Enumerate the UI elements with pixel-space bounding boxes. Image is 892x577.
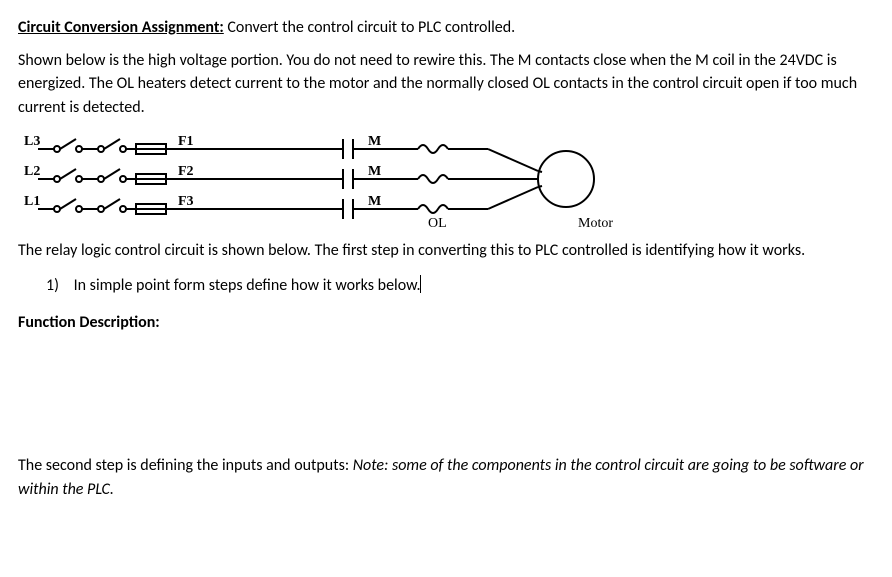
bottom-paragraph: The second step is defining the inputs a… — [18, 454, 874, 500]
label-f1: F1 — [178, 134, 194, 149]
question-1-number: 1) — [46, 274, 70, 297]
intro-paragraph: Shown below is the high voltage portion.… — [18, 49, 874, 119]
label-f2: F2 — [178, 164, 194, 179]
label-ol: OL — [428, 216, 447, 231]
after-diagram-paragraph: The relay logic control circuit is shown… — [18, 239, 874, 262]
label-m1: M — [368, 134, 381, 149]
question-1-text: In simple point form steps define how it… — [74, 276, 421, 295]
title-line: Circuit Conversion Assignment: Convert t… — [18, 16, 874, 39]
label-l2: L2 — [24, 164, 40, 179]
label-motor: Motor — [578, 216, 613, 231]
assignment-title-tail: Convert the control circuit to PLC contr… — [224, 18, 515, 37]
label-l1: L1 — [24, 194, 40, 209]
bottom-lead: The second step is defining the inputs a… — [18, 456, 353, 475]
label-m2: M — [368, 164, 381, 179]
question-1: 1) In simple point form steps define how… — [46, 274, 874, 297]
text-cursor — [420, 275, 421, 293]
label-l3: L3 — [24, 134, 40, 149]
label-m3: M — [368, 194, 381, 209]
assignment-title: Circuit Conversion Assignment: — [18, 18, 224, 37]
circuit-diagram: L3 F1 M L2 F2 M — [18, 131, 658, 231]
function-description-heading: Function Description: — [18, 311, 874, 334]
label-f3: F3 — [178, 194, 194, 209]
